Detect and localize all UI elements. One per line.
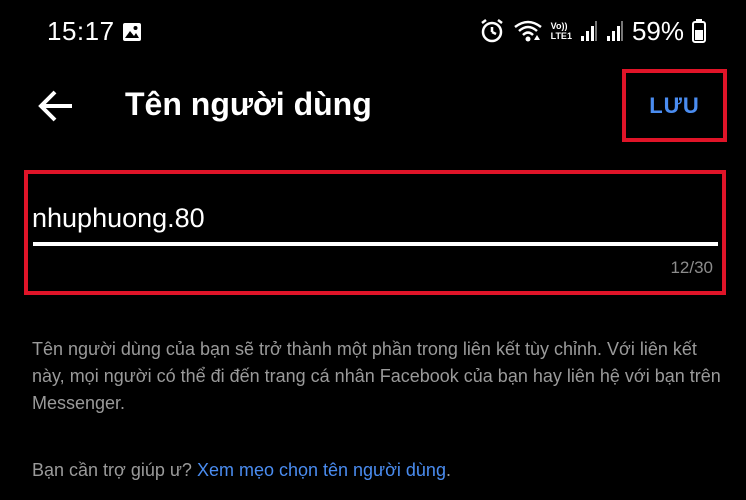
signal-icon-1	[580, 21, 597, 41]
status-time: 15:17	[47, 16, 115, 46]
signal-icon-2	[606, 21, 623, 41]
page-title: Tên người dùng	[125, 86, 372, 122]
network-label-bottom: LTE1	[550, 31, 572, 41]
save-button[interactable]: LƯU	[622, 69, 727, 142]
username-input[interactable]	[32, 198, 712, 238]
back-arrow-icon[interactable]	[36, 86, 76, 126]
status-icons: Vo)) LTE1 59%	[479, 14, 706, 48]
username-field-container: 12/30	[24, 170, 726, 295]
save-button-label: LƯU	[649, 92, 700, 118]
input-underline	[33, 242, 718, 246]
battery-icon	[692, 19, 706, 43]
image-icon	[123, 23, 141, 41]
network-label: Vo)) LTE1	[551, 21, 572, 41]
alarm-icon	[480, 19, 503, 43]
battery-percent: 59%	[631, 15, 684, 46]
wifi-icon	[513, 20, 542, 42]
help-prefix: Bạn cần trợ giúp ư?	[32, 460, 197, 480]
help-line: Bạn cần trợ giúp ư? Xem mẹo chọn tên ngư…	[32, 460, 451, 481]
username-description: Tên người dùng của bạn sẽ trở thành một …	[32, 339, 721, 413]
help-link[interactable]: Xem mẹo chọn tên người dùng	[197, 460, 446, 480]
help-suffix: .	[445, 460, 451, 480]
character-counter: 12/30	[670, 258, 713, 277]
network-label-top: Vo))	[550, 21, 568, 31]
